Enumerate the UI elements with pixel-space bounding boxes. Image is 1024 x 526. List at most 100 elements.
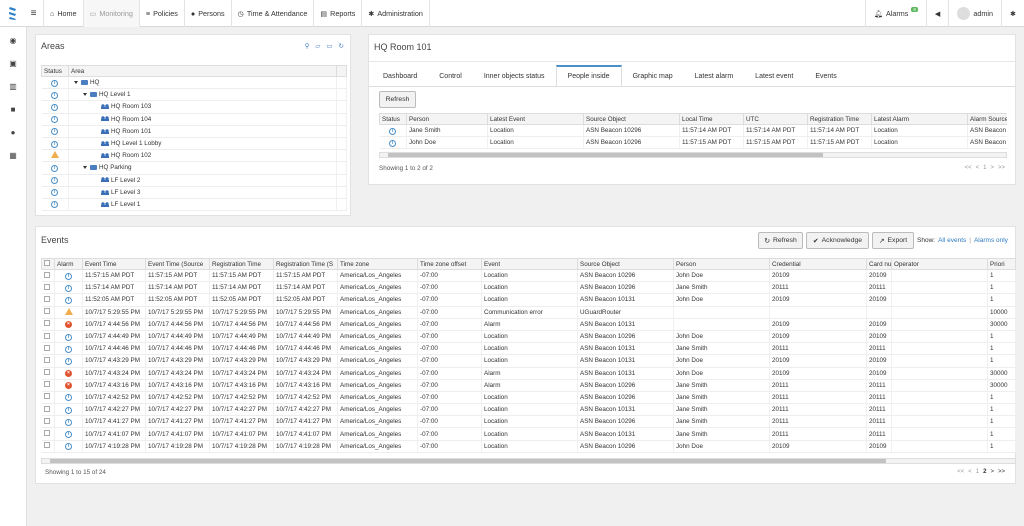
- event-row[interactable]: i 11:57:14 AM PDT 11:57:14 AM PDT 11:57:14 …: [41, 281, 1016, 295]
- event-row[interactable]: i 10/7/17 4:42:52 PM 10/7/17 4:42:52 PM 10/…: [41, 391, 1016, 405]
- expand-caret-icon[interactable]: [83, 93, 87, 97]
- event-row[interactable]: i 10/7/17 4:41:07 PM 10/7/17 4:41:07 PM 10/…: [41, 427, 1016, 441]
- alarms-only-link[interactable]: Alarms only: [974, 237, 1008, 244]
- tab-graphic-map[interactable]: Graphic map: [622, 65, 684, 87]
- settings-button[interactable]: ✱: [1000, 0, 1024, 27]
- dashboard-icon[interactable]: ◉: [0, 29, 26, 52]
- people-column-header[interactable]: Registration Time: [807, 113, 872, 125]
- tree-row[interactable]: i LF Level 1: [41, 198, 347, 212]
- tree-area-cell[interactable]: HQ Room 103: [68, 100, 337, 114]
- tree-row[interactable]: i HQ Level 1: [41, 88, 347, 102]
- people-column-header[interactable]: UTC: [743, 113, 808, 125]
- row-checkbox[interactable]: [43, 356, 50, 363]
- event-row[interactable]: × 10/7/17 4:44:56 PM 10/7/17 4:44:56 PM 10/…: [41, 318, 1016, 331]
- pager-item[interactable]: <<: [965, 165, 972, 171]
- event-row[interactable]: i 10/7/17 4:44:46 PM 10/7/17 4:44:46 PM 10/…: [41, 342, 1016, 356]
- nav-home[interactable]: ⌂ Home: [44, 0, 84, 27]
- tab-inner-objects-status[interactable]: Inner objects status: [473, 65, 556, 87]
- acknowledge-button[interactable]: ✔ Acknowledge: [806, 232, 869, 249]
- table-icon[interactable]: ▦: [0, 144, 26, 167]
- event-row[interactable]: × 10/7/17 4:43:16 PM 10/7/17 4:43:16 PM 10/…: [41, 379, 1016, 392]
- pager-item[interactable]: <: [968, 469, 972, 475]
- tree-row[interactable]: i HQ: [41, 76, 347, 90]
- tree-area-cell[interactable]: LF Level 2: [68, 174, 337, 187]
- event-row[interactable]: 10/7/17 5:29:55 PM 10/7/17 5:29:55 PM 10/7…: [41, 306, 1016, 319]
- events-column-header[interactable]: Event Time (Source: [145, 258, 210, 270]
- events-column-header[interactable]: Person: [673, 258, 770, 270]
- events-column-header[interactable]: Registration Time (S: [273, 258, 338, 270]
- tree-area-cell[interactable]: HQ Parking: [68, 161, 337, 175]
- row-checkbox[interactable]: [43, 332, 50, 339]
- tab-latest-event[interactable]: Latest event: [744, 65, 804, 87]
- pager-item[interactable]: >: [990, 165, 994, 171]
- events-column-header[interactable]: Priori: [987, 258, 1016, 270]
- people-column-header[interactable]: Source Object: [583, 113, 680, 125]
- tree-row[interactable]: HQ Room 102: [41, 149, 347, 163]
- events-column-header[interactable]: [41, 258, 55, 270]
- event-row[interactable]: × 10/7/17 4:43:24 PM 10/7/17 4:43:24 PM 10/…: [41, 367, 1016, 380]
- events-column-header[interactable]: Event Time: [82, 258, 146, 270]
- column-header-area[interactable]: Area: [68, 65, 337, 77]
- tree-area-cell[interactable]: LF Level 1: [68, 198, 337, 212]
- row-checkbox[interactable]: [43, 442, 50, 449]
- map-icon[interactable]: ▥: [0, 75, 26, 98]
- tree-row[interactable]: i HQ Room 101: [41, 125, 347, 138]
- event-row[interactable]: i 10/7/17 4:44:49 PM 10/7/17 4:44:49 PM 10/…: [41, 330, 1016, 344]
- events-column-header[interactable]: Event: [481, 258, 578, 270]
- events-column-header[interactable]: Registration Time: [209, 258, 274, 270]
- all-events-link[interactable]: All events: [938, 237, 966, 244]
- people-scroll-thumb[interactable]: [388, 153, 823, 157]
- row-checkbox[interactable]: [43, 381, 50, 388]
- expand-caret-icon[interactable]: [74, 80, 78, 84]
- tree-row[interactable]: i LF Level 3: [41, 186, 347, 199]
- floorplan-icon[interactable]: ▣: [0, 52, 26, 75]
- pager-item[interactable]: 1: [983, 165, 986, 171]
- nav-policies[interactable]: ≡ Policies: [140, 0, 185, 27]
- pager-item[interactable]: 2: [983, 469, 986, 475]
- menu-toggle-icon[interactable]: ≡: [24, 0, 44, 27]
- tree-area-cell[interactable]: HQ Room 104: [68, 113, 337, 126]
- pager-item[interactable]: 1: [976, 469, 979, 475]
- event-row[interactable]: i 11:57:15 AM PDT 11:57:15 AM PDT 11:57:15 …: [41, 269, 1016, 283]
- column-header-status[interactable]: Status: [41, 65, 69, 77]
- row-checkbox[interactable]: [43, 430, 50, 437]
- people-column-header[interactable]: Person: [406, 113, 488, 125]
- events-column-header[interactable]: Alarm: [54, 258, 83, 270]
- event-row[interactable]: i 10/7/17 4:43:29 PM 10/7/17 4:43:29 PM 10/…: [41, 354, 1016, 368]
- nav-monitoring[interactable]: ▭ Monitoring: [83, 0, 140, 27]
- folder-icon[interactable]: ▭: [326, 42, 332, 50]
- people-row[interactable]: i John Doe Location ASN Beacon 10296 11:57:1…: [379, 136, 1007, 150]
- row-checkbox[interactable]: [43, 344, 50, 351]
- people-column-header[interactable]: Local Time: [679, 113, 744, 125]
- tree-area-cell[interactable]: HQ Room 101: [68, 125, 337, 138]
- tree-area-cell[interactable]: HQ Level 1: [68, 88, 337, 102]
- row-checkbox[interactable]: [43, 283, 50, 290]
- user-menu[interactable]: admin: [948, 0, 1001, 27]
- tree-area-cell[interactable]: HQ Room 102: [68, 149, 337, 163]
- events-horizontal-scrollbar[interactable]: [41, 458, 1016, 464]
- tree-row[interactable]: i HQ Room 103: [41, 100, 347, 114]
- event-row[interactable]: i 11:52:05 AM PDT 11:52:05 AM PDT 11:52:05 …: [41, 293, 1016, 307]
- camera-icon[interactable]: ■: [0, 98, 26, 121]
- sound-toggle[interactable]: ◀︎: [925, 0, 949, 27]
- event-row[interactable]: i 10/7/17 4:19:28 PM 10/7/17 4:19:28 PM 10/…: [41, 440, 1016, 453]
- nav-persons[interactable]: ● Persons: [185, 0, 232, 27]
- row-checkbox[interactable]: [43, 271, 50, 278]
- row-checkbox[interactable]: [43, 308, 50, 315]
- row-checkbox[interactable]: [43, 393, 50, 400]
- pager-item[interactable]: <: [976, 165, 980, 171]
- app-logo[interactable]: [0, 0, 24, 27]
- select-all-checkbox[interactable]: [44, 260, 50, 266]
- tree-area-cell[interactable]: HQ Level 1 Lobby: [68, 137, 337, 151]
- events-column-header[interactable]: Card nu: [866, 258, 892, 270]
- export-button[interactable]: ↗ Export: [872, 232, 914, 249]
- people-horizontal-scrollbar[interactable]: [379, 152, 1007, 158]
- tab-people-inside[interactable]: People inside: [555, 65, 622, 87]
- nav-reports[interactable]: ▤ Reports: [314, 0, 363, 27]
- people-column-header[interactable]: Latest Event: [487, 113, 584, 125]
- people-column-header[interactable]: Latest Alarm: [871, 113, 968, 125]
- event-row[interactable]: i 10/7/17 4:41:27 PM 10/7/17 4:41:27 PM 10/…: [41, 415, 1016, 429]
- events-column-header[interactable]: Operator: [891, 258, 988, 270]
- search-icon[interactable]: ⚲: [305, 42, 310, 50]
- event-row[interactable]: i 10/7/17 4:42:27 PM 10/7/17 4:42:27 PM 10/…: [41, 403, 1016, 417]
